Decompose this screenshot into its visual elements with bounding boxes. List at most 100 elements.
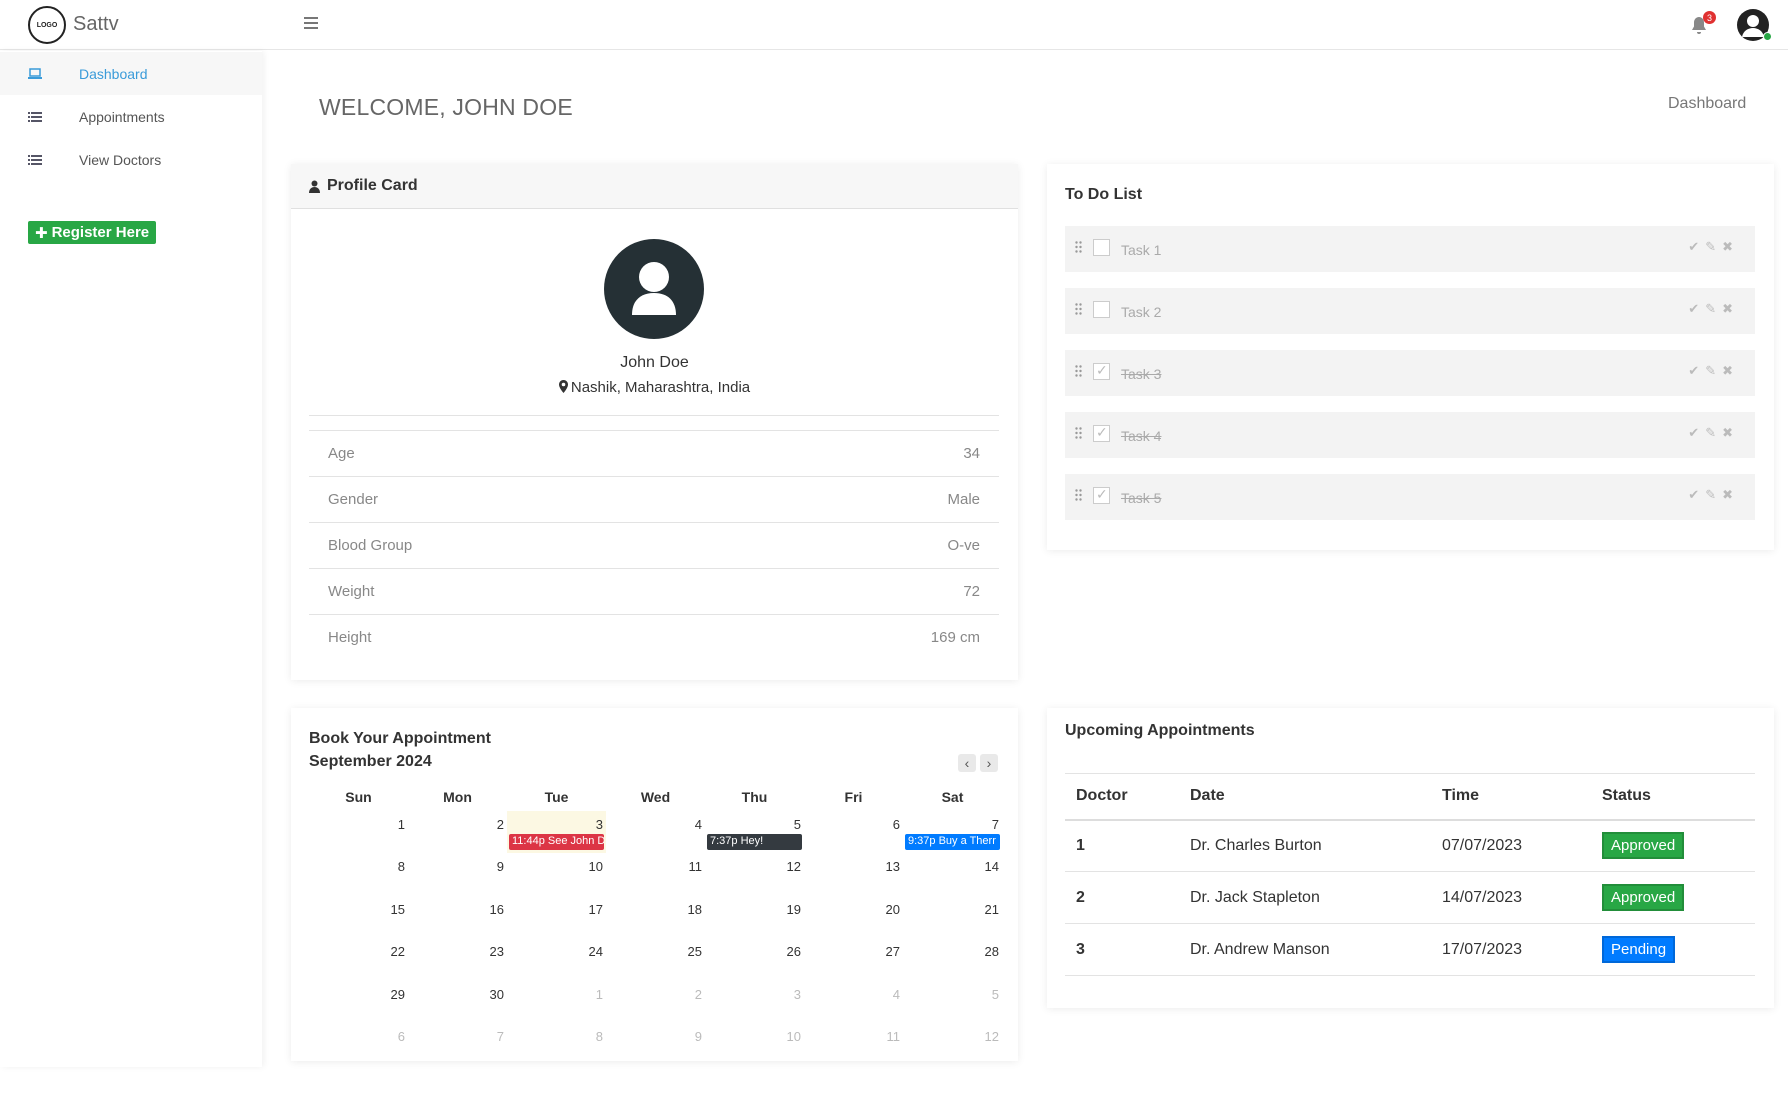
table-row: 2 Dr. Jack Stapleton 14/07/2023 Approved: [1065, 871, 1755, 924]
todo-item[interactable]: Task 3 ✔✎✖: [1065, 350, 1755, 396]
calendar-day[interactable]: 27: [804, 938, 903, 980]
calendar-day[interactable]: 23: [408, 938, 507, 980]
close-icon[interactable]: ✖: [1722, 425, 1739, 440]
column-header: Doctor: [1065, 773, 1179, 821]
calendar-day[interactable]: 25: [606, 938, 705, 980]
calendar-day[interactable]: 10: [705, 1023, 804, 1065]
calendar-day[interactable]: 2: [408, 811, 507, 853]
profile-row-value: 34: [963, 445, 980, 462]
calendar-day[interactable]: 3: [705, 981, 804, 1023]
close-icon[interactable]: ✖: [1722, 301, 1739, 316]
calendar-day[interactable]: 5: [903, 981, 1002, 1023]
calendar-day[interactable]: 7: [408, 1023, 507, 1065]
check-icon[interactable]: ✔: [1688, 363, 1705, 378]
todo-label: Task 3: [1121, 366, 1162, 382]
calendar-day[interactable]: 11: [804, 1023, 903, 1065]
pencil-icon[interactable]: ✎: [1705, 363, 1722, 378]
calendar-day[interactable]: 29: [309, 981, 408, 1023]
status-badge[interactable]: Pending: [1602, 936, 1676, 963]
calendar-event[interactable]: 11:44p See John D: [509, 834, 604, 850]
page-title: WELCOME, JOHN DOE: [319, 94, 573, 120]
day-of-week-header: Wed: [640, 789, 671, 805]
top-navbar: LOGO Sattv 3: [0, 0, 1788, 50]
calendar-day[interactable]: 6: [309, 1023, 408, 1065]
calendar-day[interactable]: 1: [309, 811, 408, 853]
status-badge[interactable]: Approved: [1602, 884, 1685, 911]
calendar-day[interactable]: 28: [903, 938, 1002, 980]
drag-handle-icon[interactable]: [1075, 241, 1082, 253]
pencil-icon[interactable]: ✎: [1705, 425, 1722, 440]
todo-actions: ✔✎✖: [1688, 487, 1739, 503]
check-icon[interactable]: ✔: [1688, 301, 1705, 316]
appointment-number: 1: [1065, 819, 1179, 872]
calendar-day[interactable]: 15: [309, 896, 408, 938]
calendar-day[interactable]: 16: [408, 896, 507, 938]
calendar-day[interactable]: 14: [903, 853, 1002, 895]
close-icon[interactable]: ✖: [1722, 487, 1739, 502]
calendar-day[interactable]: 21: [903, 896, 1002, 938]
event-title: Hey!: [740, 835, 764, 847]
calendar-day[interactable]: 4: [606, 811, 705, 853]
todo-checkbox[interactable]: [1093, 239, 1110, 256]
drag-handle-icon[interactable]: [1075, 303, 1082, 315]
calendar-day[interactable]: 22: [309, 938, 408, 980]
calendar-prev-button[interactable]: ‹: [958, 754, 976, 772]
pencil-icon[interactable]: ✎: [1705, 487, 1722, 502]
todo-checkbox[interactable]: [1093, 301, 1110, 318]
sidebar-item-dashboard[interactable]: Dashboard: [0, 52, 262, 95]
calendar-day[interactable]: 19: [705, 896, 804, 938]
close-icon[interactable]: ✖: [1722, 363, 1739, 378]
drag-handle-icon[interactable]: [1075, 365, 1082, 377]
close-icon[interactable]: ✖: [1722, 239, 1739, 254]
check-icon[interactable]: ✔: [1688, 239, 1705, 254]
calendar-day[interactable]: 4: [804, 981, 903, 1023]
calendar-day[interactable]: 9: [408, 853, 507, 895]
todo-item[interactable]: Task 4 ✔✎✖: [1065, 412, 1755, 458]
calendar-day[interactable]: 30: [408, 981, 507, 1023]
calendar-day[interactable]: 2: [606, 981, 705, 1023]
calendar-day[interactable]: 26: [705, 938, 804, 980]
calendar-event[interactable]: 9:37p Buy a Therr: [905, 834, 1000, 850]
calendar-day[interactable]: 11: [606, 853, 705, 895]
calendar-day[interactable]: 8: [309, 853, 408, 895]
user-icon: [309, 180, 320, 193]
menu-toggle-icon[interactable]: [304, 17, 318, 31]
calendar-day[interactable]: 8: [507, 1023, 606, 1065]
calendar-day[interactable]: 17: [507, 896, 606, 938]
appointment-doctor: Dr. Jack Stapleton: [1179, 871, 1431, 924]
profile-row-blood-group: Blood Group O-ve: [309, 522, 999, 568]
calendar-event[interactable]: 7:37p Hey!: [707, 834, 802, 850]
calendar-day[interactable]: 13: [804, 853, 903, 895]
pencil-icon[interactable]: ✎: [1705, 239, 1722, 254]
calendar-day[interactable]: 12: [903, 1023, 1002, 1065]
check-icon[interactable]: ✔: [1688, 487, 1705, 502]
calendar-day[interactable]: 10: [507, 853, 606, 895]
todo-checkbox[interactable]: [1093, 424, 1110, 442]
todo-title: To Do List: [1065, 186, 1143, 203]
calendar-day[interactable]: 6: [804, 811, 903, 853]
check-icon[interactable]: ✔: [1688, 425, 1705, 440]
register-button[interactable]: ✚ Register Here: [28, 221, 157, 244]
sidebar-item-view-doctors[interactable]: View Doctors: [0, 138, 262, 181]
breadcrumb[interactable]: Dashboard: [1668, 95, 1746, 113]
status-badge[interactable]: Approved: [1602, 832, 1685, 860]
drag-handle-icon[interactable]: [1075, 489, 1082, 501]
calendar-day[interactable]: 20: [804, 896, 903, 938]
calendar-day[interactable]: 24: [507, 938, 606, 980]
todo-item[interactable]: Task 5 ✔✎✖: [1065, 474, 1755, 520]
sidebar-item-appointments[interactable]: Appointments: [0, 95, 262, 138]
pencil-icon[interactable]: ✎: [1705, 301, 1722, 316]
todo-checkbox[interactable]: [1093, 486, 1110, 504]
todo-checkbox[interactable]: [1093, 362, 1110, 380]
drag-handle-icon[interactable]: [1075, 427, 1082, 439]
todo-item[interactable]: Task 1 ✔✎✖: [1065, 226, 1755, 272]
appointment-date: 14/07/2023: [1431, 871, 1591, 924]
calendar-day[interactable]: 9: [606, 1023, 705, 1065]
calendar-day[interactable]: 12: [705, 853, 804, 895]
event-time: 7:37p: [710, 835, 738, 847]
calendar-day[interactable]: 18: [606, 896, 705, 938]
calendar-next-button[interactable]: ›: [980, 754, 998, 772]
logo[interactable]: LOGO: [28, 6, 66, 44]
calendar-day[interactable]: 1: [507, 981, 606, 1023]
todo-item[interactable]: Task 2 ✔✎✖: [1065, 288, 1755, 334]
